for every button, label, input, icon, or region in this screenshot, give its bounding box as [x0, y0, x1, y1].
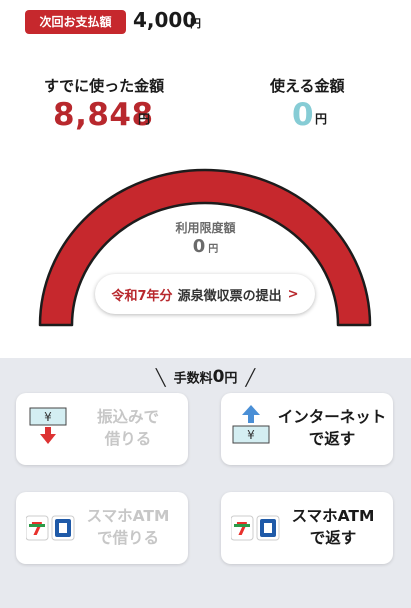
fee-unit: 円: [224, 371, 238, 387]
repay-online-label: インターネット で返す: [277, 408, 387, 448]
limit-amount: 0: [192, 236, 206, 257]
slash-left-icon: ╲: [155, 367, 166, 387]
borrow-transfer-label: 振込みで 借りる: [96, 408, 159, 448]
tax-receipt-submit-button[interactable]: 令和7年分 源泉徴収票の提出 >: [95, 274, 315, 314]
repay-smartphone-atm-button[interactable]: 7 スマホATM で返す: [221, 492, 393, 564]
svg-text:¥: ¥: [247, 428, 255, 442]
fee-amount: 0: [212, 367, 225, 387]
repay-smartphone-atm-label: スマホATM で返す: [291, 507, 375, 547]
limit-amount-row: 0円: [0, 236, 411, 257]
limit-label: 利用限度額: [175, 221, 236, 235]
yen-bill-down-icon: ¥: [29, 407, 67, 444]
borrow-smartphone-atm-label: スマホATM で借りる: [86, 507, 170, 547]
slash-right-icon: ╱: [245, 367, 256, 387]
repay-online-button[interactable]: ¥ インターネット で返す: [221, 393, 393, 465]
chevron-right-icon: >: [287, 286, 299, 302]
borrow-smartphone-atm-button[interactable]: 7 スマホATM で借りる: [16, 492, 188, 564]
yen-bill-up-icon: ¥: [232, 405, 270, 444]
tax-year-label: 令和7年分: [111, 288, 173, 304]
atm-bank-logos-icon: 7: [231, 515, 280, 541]
fee-row: ╲ 手数料0円 ╱: [0, 367, 411, 387]
atm-bank-logos-icon: 7: [26, 515, 75, 541]
svg-text:7: 7: [31, 519, 44, 540]
svg-text:¥: ¥: [44, 410, 52, 424]
tax-receipt-label: 源泉徴収票の提出: [177, 288, 282, 304]
svg-text:7: 7: [236, 519, 249, 540]
limit-unit: 円: [208, 244, 219, 255]
borrow-by-transfer-button[interactable]: ¥ 振込みで 借りる: [16, 393, 188, 465]
fee-label: 手数料: [173, 371, 213, 387]
